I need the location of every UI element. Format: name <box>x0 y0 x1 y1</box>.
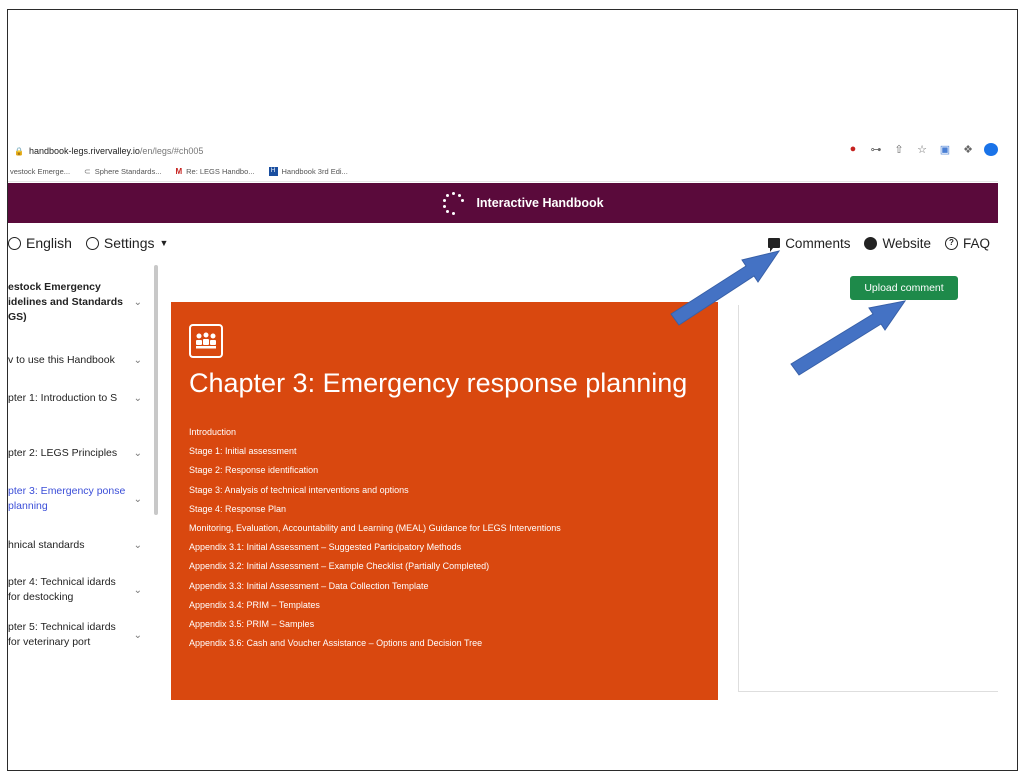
arrow-to-comments <box>670 250 781 326</box>
slide-frame: 🔒 handbook-legs.rivervalley.io /en/legs/… <box>7 9 1018 771</box>
arrow-to-upload-button <box>790 300 907 376</box>
annotation-arrows <box>670 250 907 376</box>
